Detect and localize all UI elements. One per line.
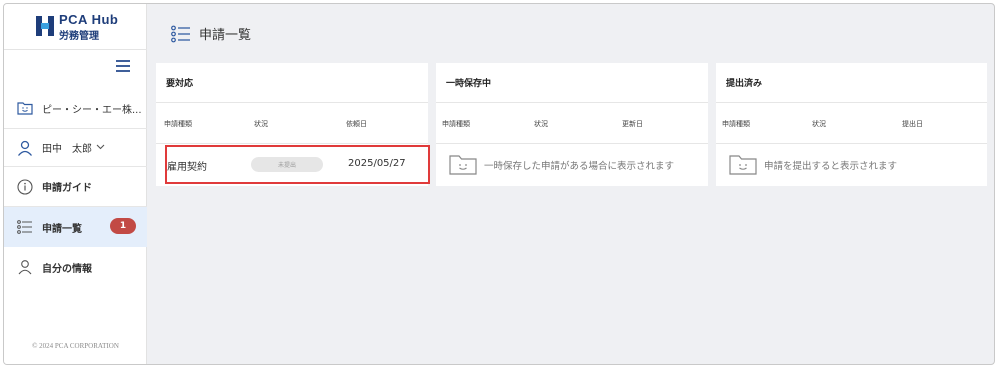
column-header[interactable]: 状況 <box>812 119 826 129</box>
main-content: 申請一覧 要対応 申請種類 状況 依頼日 雇用契約 未提出 2025/05/27… <box>147 4 994 364</box>
sidebar-item-guide[interactable]: 申請ガイド <box>4 167 147 207</box>
empty-message: 申請を提出すると表示されます <box>764 161 898 172</box>
user-menu[interactable]: 田中 太郎 <box>4 129 147 167</box>
sidebar-item-my-info[interactable]: 自分の情報 <box>4 247 147 287</box>
panel-draft: 一時保存中 申請種類 状況 更新日 一時保存した申請がある場合に表示されます <box>436 63 708 186</box>
empty-state: 一時保存した申請がある場合に表示されます <box>436 144 708 186</box>
column-header[interactable]: 申請種類 <box>722 119 750 129</box>
brand-logo[interactable]: PCA Hub 労務管理 <box>4 4 147 50</box>
sidebar-item-label: 申請ガイド <box>42 183 92 194</box>
column-header[interactable]: 状況 <box>534 119 548 129</box>
sidebar-item-applications[interactable]: 申請一覧 1 <box>4 207 147 247</box>
empty-message: 一時保存した申請がある場合に表示されます <box>484 161 675 172</box>
count-badge: 1 <box>110 218 136 234</box>
application-type: 雇用契約 <box>167 162 207 173</box>
info-icon <box>16 178 34 196</box>
copyright: © 2024 PCA CORPORATION <box>32 342 119 350</box>
company-selector[interactable]: ピー・シー・エー株... <box>4 88 147 129</box>
list-icon <box>16 218 34 236</box>
column-header[interactable]: 状況 <box>254 119 268 129</box>
panel-submitted: 提出済み 申請種類 状況 提出日 申請を提出すると表示されます <box>716 63 987 186</box>
user-name: 田中 太郎 <box>42 144 92 155</box>
brand-subtitle: 労務管理 <box>59 31 99 42</box>
column-header[interactable]: 更新日 <box>622 119 643 129</box>
list-icon <box>171 25 191 43</box>
company-folder-icon <box>16 99 34 117</box>
panel-pending: 要対応 申請種類 状況 依頼日 雇用契約 未提出 2025/05/27 <box>156 63 428 186</box>
empty-state: 申請を提出すると表示されます <box>716 144 987 186</box>
column-headers: 申請種類 状況 更新日 <box>436 103 708 144</box>
page-title: 申請一覧 <box>171 24 251 43</box>
pca-logo-icon <box>36 16 54 36</box>
column-headers: 申請種類 状況 依頼日 <box>156 103 428 144</box>
app-window: PCA Hub 労務管理 ピー・シー・エー株... 田中 太郎 申請ガイド 申請… <box>3 3 995 365</box>
user-icon <box>16 139 34 157</box>
request-date: 2025/05/27 <box>348 158 406 169</box>
sidebar-item-label: 申請一覧 <box>42 223 82 235</box>
column-header[interactable]: 依頼日 <box>346 119 367 129</box>
column-header[interactable]: 申請種類 <box>442 119 470 129</box>
person-icon <box>16 258 34 276</box>
panel-title: 提出済み <box>716 63 987 103</box>
sidebar-item-label: 自分の情報 <box>42 263 92 275</box>
brand-title: PCA Hub <box>59 12 119 27</box>
sidebar: PCA Hub 労務管理 ピー・シー・エー株... 田中 太郎 申請ガイド 申請… <box>4 4 147 364</box>
panel-title: 要対応 <box>156 63 428 103</box>
company-name: ピー・シー・エー株... <box>42 104 142 116</box>
column-headers: 申請種類 状況 提出日 <box>716 103 987 144</box>
page-title-text: 申請一覧 <box>199 28 252 43</box>
column-header[interactable]: 申請種類 <box>164 119 192 129</box>
status-badge: 未提出 <box>251 157 323 172</box>
empty-folder-icon <box>729 155 757 175</box>
table-row[interactable]: 雇用契約 未提出 2025/05/27 <box>156 144 428 186</box>
menu-toggle-icon[interactable] <box>116 60 130 72</box>
empty-folder-icon <box>449 155 477 175</box>
panel-title: 一時保存中 <box>436 63 708 103</box>
column-header[interactable]: 提出日 <box>902 119 923 129</box>
chevron-down-icon <box>96 142 105 153</box>
